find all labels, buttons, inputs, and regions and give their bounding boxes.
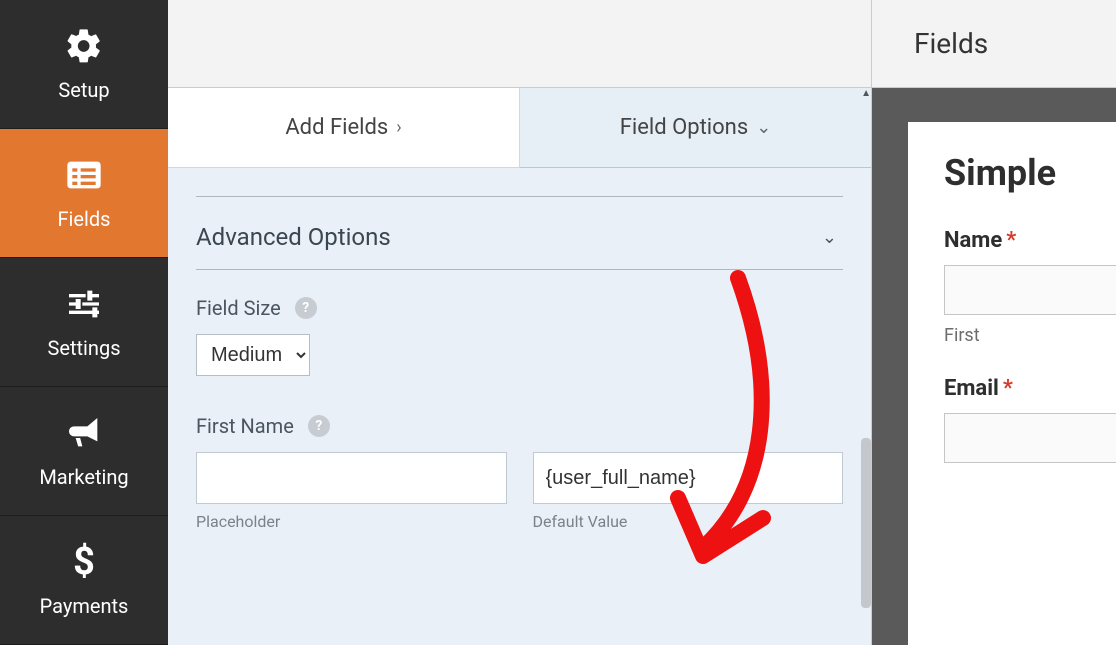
- form-preview-card: Simple Name* First Email*: [908, 122, 1116, 645]
- help-icon[interactable]: ?: [295, 297, 317, 319]
- scroll-thumb[interactable]: [861, 438, 871, 608]
- divider: [196, 196, 843, 197]
- placeholder-sublabel: Placeholder: [196, 512, 507, 531]
- preview-header: Fields: [872, 0, 1116, 88]
- preview-pane: Fields Simple Name* First Email*: [872, 0, 1116, 645]
- nav-marketing[interactable]: Marketing: [0, 387, 168, 516]
- nav-label: Marketing: [39, 465, 128, 489]
- nav-settings[interactable]: Settings: [0, 258, 168, 387]
- panel-top: [168, 0, 871, 88]
- scrollbar[interactable]: ▲: [859, 88, 871, 645]
- nav-label: Payments: [40, 594, 129, 618]
- section-advanced-options[interactable]: Advanced Options ⌄: [196, 219, 843, 269]
- field-size-select[interactable]: Medium: [196, 334, 310, 376]
- nav-fields[interactable]: Fields: [0, 129, 168, 258]
- nav-label: Fields: [58, 207, 111, 231]
- scroll-up-arrow[interactable]: ▲: [861, 88, 871, 99]
- preview-name-label: Name*: [944, 228, 1116, 253]
- preview-name-sub: First: [944, 325, 1116, 346]
- tab-add-fields[interactable]: Add Fields ›: [168, 88, 520, 168]
- preview-header-title: Fields: [914, 27, 988, 60]
- field-size-label-row: Field Size ?: [196, 296, 843, 320]
- chevron-right-icon: ›: [396, 117, 401, 138]
- label-text: Name: [944, 228, 1002, 253]
- nav-label: Setup: [58, 78, 109, 102]
- preview-body: Simple Name* First Email*: [872, 88, 1116, 645]
- form-title: Simple: [944, 152, 1116, 194]
- tabs: Add Fields › Field Options ⌄: [168, 88, 871, 168]
- first-name-default-value-input[interactable]: [533, 452, 844, 504]
- field-size-label: Field Size: [196, 296, 281, 320]
- label-text: Email: [944, 376, 999, 401]
- chevron-down-icon: ⌄: [822, 227, 843, 248]
- required-mark: *: [1006, 228, 1016, 253]
- dollar-icon: $: [64, 542, 104, 582]
- first-name-label: First Name: [196, 414, 294, 438]
- required-mark: *: [1003, 376, 1013, 401]
- first-name-label-row: First Name ?: [196, 414, 843, 438]
- tab-label: Add Fields: [285, 115, 388, 140]
- chevron-down-icon: ⌄: [756, 117, 771, 138]
- options-panel: Add Fields › Field Options ⌄ Advanced Op…: [168, 0, 872, 645]
- preview-email-label: Email*: [944, 376, 1116, 401]
- first-name-inputs: Placeholder Default Value: [196, 452, 843, 531]
- nav-payments[interactable]: $ Payments: [0, 516, 168, 645]
- sidebar: Setup Fields Settings Marketing $ Paymen…: [0, 0, 168, 645]
- gear-icon: [64, 26, 104, 66]
- tab-label: Field Options: [620, 115, 748, 140]
- sliders-icon: [64, 284, 104, 324]
- tab-field-options[interactable]: Field Options ⌄: [520, 88, 871, 168]
- nav-setup[interactable]: Setup: [0, 0, 168, 129]
- preview-email-input[interactable]: [944, 413, 1116, 463]
- panel-body: Advanced Options ⌄ Field Size ? Medium F…: [168, 168, 871, 645]
- divider: [196, 269, 843, 270]
- first-name-placeholder-input[interactable]: [196, 452, 507, 504]
- help-icon[interactable]: ?: [308, 415, 330, 437]
- bullhorn-icon: [64, 413, 104, 453]
- preview-name-input[interactable]: [944, 265, 1116, 315]
- default-value-sublabel: Default Value: [533, 512, 844, 531]
- section-title: Advanced Options: [196, 223, 391, 251]
- nav-label: Settings: [47, 336, 120, 360]
- list-icon: [64, 155, 104, 195]
